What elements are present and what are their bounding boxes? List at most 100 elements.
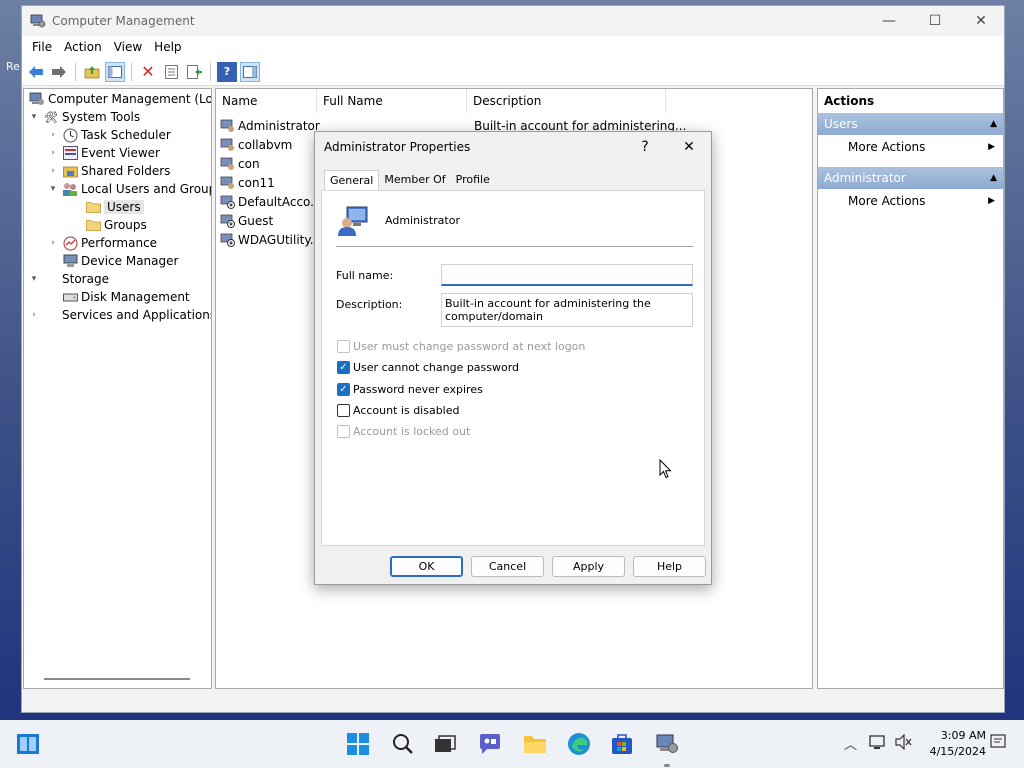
tree-item-groups[interactable]: Groups bbox=[82, 216, 147, 234]
actions-section-administrator[interactable]: Administrator ▲ bbox=[818, 167, 1003, 189]
checkbox-box[interactable] bbox=[337, 425, 350, 438]
more-actions-administrator[interactable]: More Actions ▶ bbox=[818, 189, 1003, 213]
expand-arrow-icon[interactable]: ▾ bbox=[28, 112, 40, 122]
checkmark-icon[interactable]: ✓ bbox=[337, 361, 350, 374]
collapse-arrow-icon[interactable]: ▲ bbox=[990, 119, 997, 129]
tab-profile[interactable]: Profile bbox=[451, 170, 495, 190]
checkbox-account-locked-out[interactable]: Account is locked out bbox=[337, 425, 470, 438]
column-header-description[interactable]: Description bbox=[467, 89, 666, 113]
list-item[interactable]: DefaultAcco... bbox=[220, 192, 322, 211]
list-item[interactable]: collabvm bbox=[220, 135, 292, 154]
tree-item-label: Performance bbox=[81, 236, 158, 250]
list-item[interactable]: Guest bbox=[220, 211, 273, 230]
export-list-icon[interactable] bbox=[184, 62, 204, 82]
description-input[interactable] bbox=[441, 293, 693, 327]
list-item[interactable]: con bbox=[220, 154, 260, 173]
active-app-indicator bbox=[664, 764, 670, 767]
file-explorer-icon[interactable] bbox=[521, 730, 549, 758]
properties-icon[interactable] bbox=[161, 62, 181, 82]
clock[interactable]: 3:09 AM 4/15/2024 bbox=[924, 728, 986, 760]
expand-arrow-icon[interactable]: › bbox=[47, 166, 59, 176]
help-button[interactable]: Help bbox=[633, 556, 706, 577]
tree-item-users[interactable]: Users bbox=[82, 198, 144, 216]
help-icon[interactable]: ? bbox=[217, 61, 237, 82]
tab-general[interactable]: General bbox=[324, 170, 380, 191]
back-arrow-icon[interactable] bbox=[26, 62, 46, 82]
more-actions-users[interactable]: More Actions ▶ bbox=[818, 135, 1003, 159]
toolbar-separator bbox=[75, 62, 76, 81]
tree-item-services-applications[interactable]: › Services and Applications bbox=[28, 306, 211, 324]
help-question-button[interactable]: ? bbox=[623, 139, 667, 155]
expand-arrow-icon[interactable]: › bbox=[28, 310, 40, 320]
network-icon[interactable] bbox=[869, 734, 887, 754]
tree-item-performance[interactable]: › Performance bbox=[47, 234, 157, 252]
expand-arrow-icon[interactable]: › bbox=[47, 130, 59, 140]
show-hide-action-pane-icon[interactable] bbox=[240, 61, 260, 82]
tree-item-label: System Tools bbox=[62, 110, 141, 124]
checkmark-icon[interactable]: ✓ bbox=[337, 383, 350, 396]
clock-date: 4/15/2024 bbox=[929, 745, 986, 758]
forward-arrow-icon[interactable] bbox=[49, 62, 69, 82]
expand-arrow-icon[interactable]: ▾ bbox=[47, 184, 59, 194]
tree-item-disk-management[interactable]: Disk Management bbox=[47, 288, 190, 306]
list-item[interactable]: WDAGUtility... bbox=[220, 230, 321, 249]
widgets-icon[interactable] bbox=[14, 730, 42, 758]
task-scheduler-icon bbox=[62, 127, 78, 143]
ok-button[interactable]: OK bbox=[390, 556, 463, 577]
list-item[interactable]: con11 bbox=[220, 173, 275, 192]
tree-item-task-scheduler[interactable]: › Task Scheduler bbox=[47, 126, 171, 144]
tree-item-system-tools[interactable]: ▾ 🛠 System Tools bbox=[28, 108, 140, 126]
dialog-close-button[interactable]: ✕ bbox=[667, 139, 711, 155]
horizontal-scrollbar[interactable] bbox=[44, 678, 190, 680]
search-icon[interactable] bbox=[389, 730, 417, 758]
full-name-input[interactable] bbox=[441, 264, 693, 286]
close-button[interactable]: ✕ bbox=[958, 6, 1004, 36]
column-header-full-name[interactable]: Full Name bbox=[317, 89, 467, 113]
expand-arrow-icon[interactable]: › bbox=[47, 238, 59, 248]
checkbox-must-change-password[interactable]: User must change password at next logon bbox=[337, 340, 585, 353]
tree-item-event-viewer[interactable]: › Event Viewer bbox=[47, 144, 160, 162]
computer-management-taskbar-icon[interactable] bbox=[653, 730, 681, 758]
edge-icon[interactable] bbox=[565, 730, 593, 758]
tab-member-of[interactable]: Member Of bbox=[379, 170, 450, 190]
menu-action[interactable]: Action bbox=[58, 40, 108, 54]
dialog-title-bar[interactable]: Administrator Properties ? ✕ bbox=[315, 132, 711, 162]
account-name: Administrator bbox=[385, 213, 460, 227]
notifications-icon[interactable] bbox=[990, 734, 1006, 754]
tree-item-storage[interactable]: ▾ Storage bbox=[28, 270, 109, 288]
show-hidden-icons-icon[interactable]: ︿ bbox=[844, 734, 857, 753]
windows-start-icon[interactable] bbox=[344, 730, 372, 758]
maximize-button[interactable]: ☐ bbox=[912, 6, 958, 36]
checkbox-cannot-change-password[interactable]: ✓ User cannot change password bbox=[337, 361, 519, 374]
volume-muted-icon[interactable] bbox=[895, 733, 913, 754]
menu-bar: File Action View Help bbox=[22, 36, 1004, 58]
tree-item-device-manager[interactable]: Device Manager bbox=[47, 252, 178, 270]
tree-item-computer-management[interactable]: Computer Management (Local bbox=[26, 90, 211, 108]
show-hide-tree-icon[interactable] bbox=[105, 61, 125, 82]
store-icon[interactable] bbox=[608, 730, 636, 758]
checkbox-box[interactable] bbox=[337, 404, 350, 417]
minimize-button[interactable]: — bbox=[866, 6, 912, 36]
actions-section-users[interactable]: Users ▲ bbox=[818, 113, 1003, 135]
menu-help[interactable]: Help bbox=[148, 40, 187, 54]
menu-view[interactable]: View bbox=[108, 40, 148, 54]
up-folder-icon[interactable] bbox=[82, 62, 102, 82]
list-item[interactable]: Administrator Built-in account for admin… bbox=[220, 116, 686, 135]
checkbox-box[interactable] bbox=[337, 340, 350, 353]
expand-arrow-icon[interactable]: ▾ bbox=[28, 274, 40, 284]
tree-item-shared-folders[interactable]: › Shared Folders bbox=[47, 162, 170, 180]
user-icon bbox=[220, 118, 236, 134]
cancel-button[interactable]: Cancel bbox=[471, 556, 544, 577]
menu-file[interactable]: File bbox=[26, 40, 58, 54]
apply-button[interactable]: Apply bbox=[552, 556, 625, 577]
checkbox-account-disabled[interactable]: Account is disabled bbox=[337, 404, 460, 417]
tree-item-local-users-groups[interactable]: ▾ Local Users and Groups bbox=[47, 180, 211, 198]
checkbox-password-never-expires[interactable]: ✓ Password never expires bbox=[337, 383, 483, 396]
task-view-icon[interactable] bbox=[431, 730, 459, 758]
delete-icon[interactable]: ✕ bbox=[138, 62, 158, 82]
chat-icon[interactable] bbox=[476, 730, 504, 758]
title-bar[interactable]: Computer Management — ☐ ✕ bbox=[22, 6, 1004, 36]
column-header-name[interactable]: Name bbox=[216, 89, 317, 113]
expand-arrow-icon[interactable]: › bbox=[47, 148, 59, 158]
collapse-arrow-icon[interactable]: ▲ bbox=[990, 173, 997, 183]
